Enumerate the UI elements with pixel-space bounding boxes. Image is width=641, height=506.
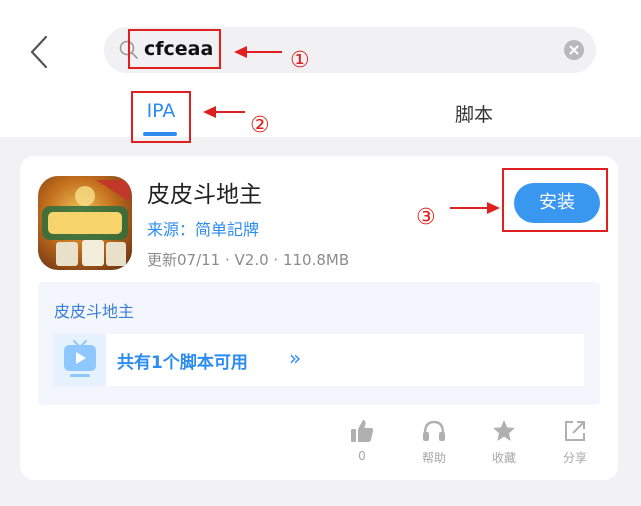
annotation-box-search xyxy=(128,29,221,69)
share-icon xyxy=(565,421,585,441)
header: IPA 脚本 xyxy=(0,0,641,137)
favorite-button[interactable]: 收藏 xyxy=(481,418,527,466)
annotation-box-install xyxy=(502,168,608,232)
script-panel-title: 皮皮斗地主 xyxy=(54,302,135,321)
clear-icon[interactable] xyxy=(564,40,584,60)
annotation-arrow-3 xyxy=(450,202,500,214)
headset-icon xyxy=(423,420,445,441)
like-count: 0 xyxy=(358,449,366,463)
annotation-number-1: ① xyxy=(290,48,310,73)
app-name: 皮皮斗地主 xyxy=(147,182,262,208)
annotation-arrow-1 xyxy=(234,46,282,58)
chevron-left-icon xyxy=(30,35,48,69)
app-source-link[interactable]: 来源：简单記牌 xyxy=(147,216,259,240)
help-button[interactable]: 帮助 xyxy=(411,418,457,466)
annotation-number-3: ③ xyxy=(416,205,436,230)
share-label: 分享 xyxy=(562,451,587,465)
app-meta-info: 更新07/11 · V2.0 · 110.8MB xyxy=(147,251,350,269)
double-chevron-right-icon: » xyxy=(289,346,302,370)
help-label: 帮助 xyxy=(421,451,446,465)
tab-script[interactable]: 脚本 xyxy=(455,94,505,134)
annotation-arrow-2 xyxy=(203,106,245,118)
share-button[interactable]: 分享 xyxy=(552,418,598,466)
back-button[interactable] xyxy=(22,30,62,74)
script-available-row[interactable]: 共有1个脚本可用 » xyxy=(54,334,584,386)
star-icon xyxy=(493,420,515,441)
favorite-label: 收藏 xyxy=(491,451,516,465)
script-count-label: 共有1个脚本可用 xyxy=(117,353,248,373)
app-icon[interactable] xyxy=(38,176,132,270)
tab-script-label: 脚本 xyxy=(455,104,494,126)
script-panel: 皮皮斗地主 共有1个脚本可用 » xyxy=(38,282,600,405)
like-button[interactable]: 0 xyxy=(339,418,385,463)
annotation-box-ipa-tab xyxy=(131,91,191,143)
thumbs-up-icon xyxy=(351,420,374,442)
video-script-icon xyxy=(54,334,106,386)
app-logo-icon xyxy=(42,180,130,266)
annotation-number-2: ② xyxy=(250,113,270,138)
